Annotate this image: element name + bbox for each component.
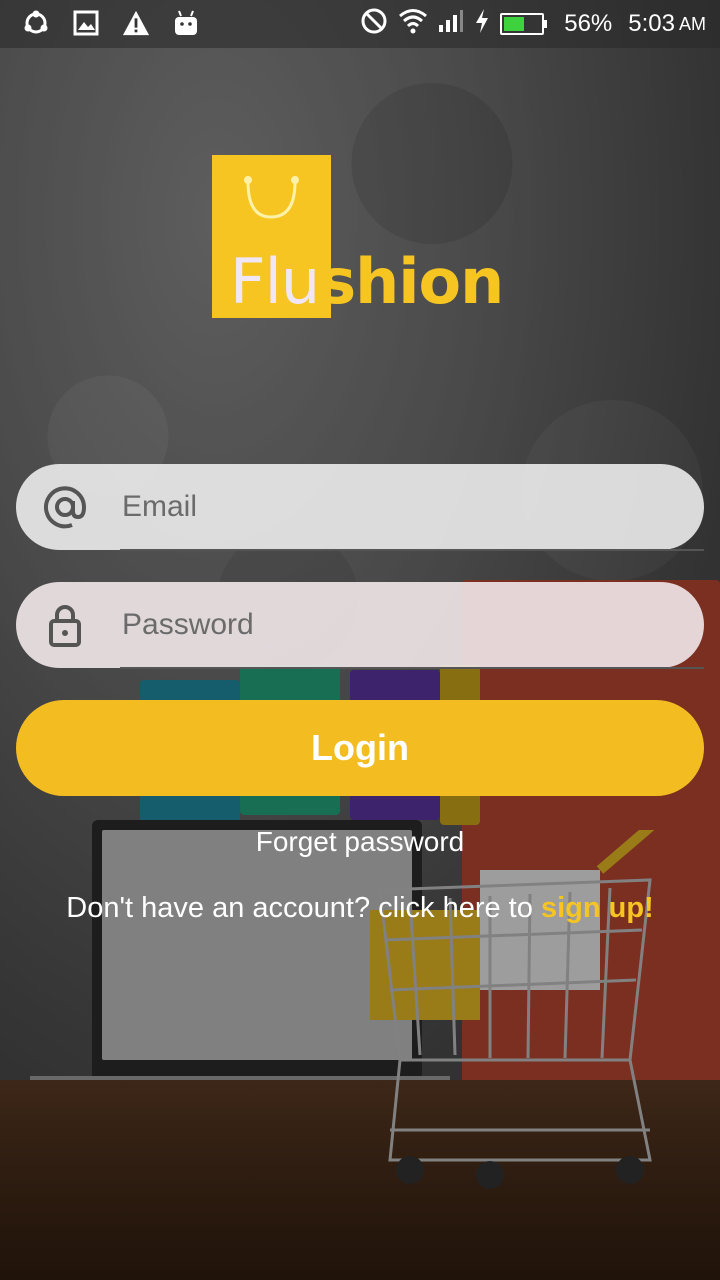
wifi-icon xyxy=(398,8,428,41)
login-button[interactable]: Login xyxy=(16,700,704,796)
email-underline xyxy=(120,549,704,551)
logo-wordmark: Flushion xyxy=(230,245,504,318)
gallery-icon xyxy=(72,8,100,38)
forget-password-link[interactable]: Forget password xyxy=(0,826,720,858)
password-underline xyxy=(120,667,704,669)
signup-prefix-text: Don't have an account? click here to xyxy=(66,892,541,924)
signal-icon xyxy=(438,9,464,40)
password-field[interactable] xyxy=(16,582,704,669)
email-input[interactable] xyxy=(120,464,684,550)
charging-icon xyxy=(474,8,490,41)
password-input[interactable] xyxy=(120,582,684,668)
do-not-disturb-icon xyxy=(360,7,388,42)
logo-text-part2: shion xyxy=(319,245,504,318)
clock-ampm: AM xyxy=(679,13,706,34)
lock-icon xyxy=(42,602,88,648)
battery-icon xyxy=(500,13,548,35)
signup-link[interactable]: sign up! xyxy=(541,892,654,924)
signup-prompt: Don't have an account? click here to sig… xyxy=(0,892,720,925)
warning-icon xyxy=(122,8,150,38)
email-field[interactable] xyxy=(16,464,704,551)
clock-time: 5:03 xyxy=(628,10,675,37)
at-icon xyxy=(42,484,88,530)
logo-text-part1: Flu xyxy=(230,245,320,318)
status-bar: 56% 5:03 AM xyxy=(0,0,720,48)
app-logo: Flushion xyxy=(212,155,512,320)
sync-icon xyxy=(22,8,50,38)
battery-fill xyxy=(504,17,525,31)
bag-handle-icon xyxy=(244,176,299,219)
battery-percent: 56% xyxy=(564,10,613,37)
android-icon xyxy=(172,8,200,38)
